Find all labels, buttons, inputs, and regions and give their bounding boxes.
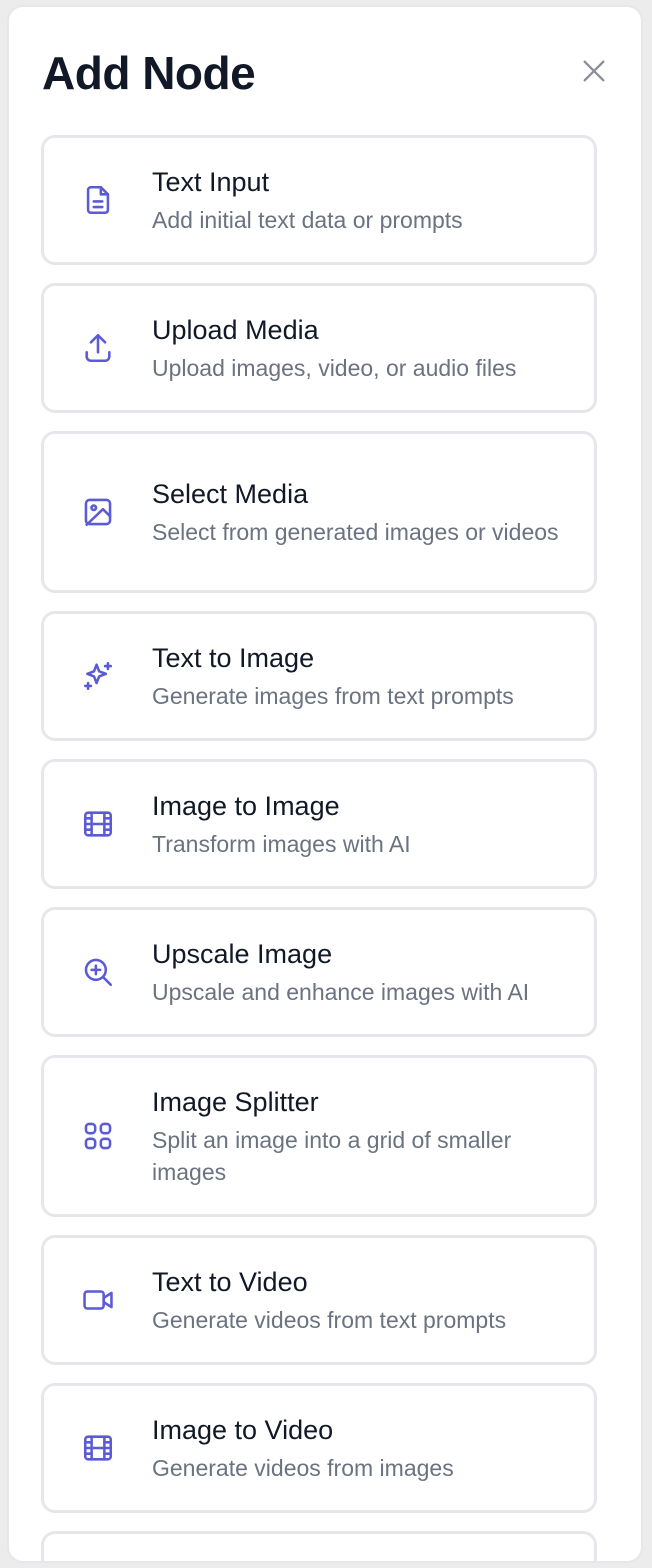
- grid-icon: [84, 1122, 112, 1150]
- close-icon: [583, 60, 605, 82]
- node-option-image-to-image[interactable]: Image to Image Transform images with AI: [41, 759, 597, 889]
- node-option-description: Upload images, video, or audio files: [152, 354, 517, 381]
- node-option-title: Text to Video: [152, 1266, 308, 1297]
- close-button[interactable]: [575, 52, 613, 90]
- node-option-text-to-image[interactable]: Text to Image Generate images from text …: [41, 611, 597, 741]
- video-icon: [83, 1290, 113, 1310]
- node-option-description: Split an image into a grid of smaller im…: [152, 1126, 512, 1185]
- node-list: Text Input Add initial text data or prom…: [41, 135, 597, 1561]
- sparkles-icon: [83, 661, 113, 691]
- node-option-title: Select Media: [152, 478, 309, 509]
- node-option-image-to-video[interactable]: Image to Video Generate videos from imag…: [41, 1383, 597, 1513]
- node-option-description: Add initial text data or prompts: [152, 206, 463, 233]
- node-option-title: Image to Video: [152, 1414, 334, 1445]
- dialog-title: Add Node: [42, 47, 256, 99]
- node-option-title: Text to Image: [152, 642, 315, 673]
- node-option-upscale-image[interactable]: Upscale Image Upscale and enhance images…: [41, 907, 597, 1037]
- add-node-dialog: Add Node Text Input Add initial text dat…: [7, 5, 643, 1563]
- upload-icon: [85, 333, 111, 363]
- node-option-title: Image to Image: [152, 790, 340, 821]
- node-option-description: Generate images from text prompts: [152, 682, 514, 709]
- node-option-select-media[interactable]: Select Media Select from generated image…: [41, 431, 597, 593]
- node-option-text-input[interactable]: Text Input Add initial text data or prom…: [41, 135, 597, 265]
- node-option-partial[interactable]: [41, 1531, 597, 1561]
- node-option-title: Text Input: [152, 166, 270, 197]
- node-option-upload-media[interactable]: Upload Media Upload images, video, or au…: [41, 283, 597, 413]
- film-icon: [83, 1435, 113, 1461]
- image-icon: [84, 498, 112, 527]
- node-option-description: Generate videos from images: [152, 1454, 454, 1481]
- document-icon: [86, 185, 110, 215]
- film-icon: [83, 811, 113, 837]
- node-option-description: Generate videos from text prompts: [152, 1306, 507, 1333]
- node-option-title: Upscale Image: [152, 938, 333, 969]
- node-option-text-to-video[interactable]: Text to Video Generate videos from text …: [41, 1235, 597, 1365]
- node-option-description: Select from generated images or videos: [152, 518, 559, 545]
- node-option-image-splitter[interactable]: Image Splitter Split an image into a gri…: [41, 1055, 597, 1217]
- node-option-title: Image Splitter: [152, 1086, 319, 1117]
- zoom-in-icon: [84, 958, 113, 987]
- node-option-description: Upscale and enhance images with AI: [152, 978, 530, 1005]
- node-option-title: Upload Media: [152, 314, 319, 345]
- node-option-description: Transform images with AI: [152, 830, 411, 857]
